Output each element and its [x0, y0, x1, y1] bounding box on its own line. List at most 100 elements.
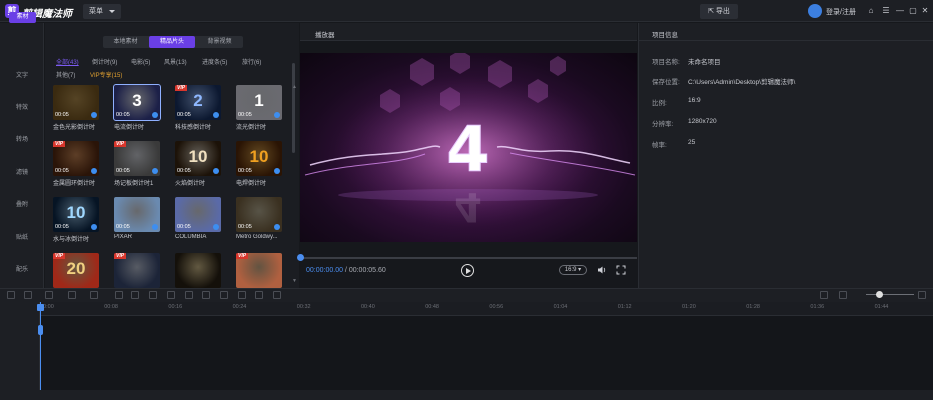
zoom-slider-handle[interactable] — [876, 291, 883, 298]
download-icon[interactable] — [213, 112, 219, 118]
scroll-up-icon[interactable]: ▲ — [292, 84, 297, 90]
download-icon[interactable] — [152, 224, 158, 230]
download-icon[interactable] — [274, 168, 280, 174]
maximize-icon[interactable]: ▢ — [908, 6, 918, 16]
category-scenery[interactable]: 风景(13) — [164, 57, 187, 66]
avatar[interactable] — [808, 4, 822, 18]
download-icon[interactable] — [152, 112, 158, 118]
category-countdown[interactable]: 倒计时(9) — [92, 57, 117, 66]
tag-icon[interactable] — [273, 291, 281, 299]
tab-local[interactable]: 本地素材 — [103, 36, 148, 48]
rotate-icon[interactable] — [185, 291, 193, 299]
download-icon[interactable] — [213, 168, 219, 174]
chevron-down-icon — [109, 10, 115, 13]
material-card[interactable]: 2 VIP 00:05 — [175, 85, 221, 120]
speed-icon[interactable] — [131, 291, 139, 299]
fullscreen-icon[interactable] — [616, 265, 626, 275]
login-link[interactable]: 登录/注册 — [826, 7, 856, 17]
download-icon[interactable] — [274, 112, 280, 118]
nav-item-materials[interactable]: 素材 — [9, 12, 36, 23]
split-icon[interactable] — [90, 291, 98, 299]
timeline-tick: 01:20 — [682, 304, 696, 310]
zoom-in-icon[interactable] — [918, 291, 926, 299]
playhead-handle[interactable] — [37, 304, 44, 311]
text-icon[interactable] — [220, 291, 228, 299]
minimize-icon[interactable]: — — [895, 6, 905, 16]
nav-item-overlay[interactable]: 叠附 — [0, 199, 44, 208]
material-card[interactable]: 20 VIP — [53, 253, 99, 288]
card-duration: 00:05 — [116, 168, 130, 174]
menu-button[interactable]: 菜单 — [83, 4, 121, 19]
tab-intros[interactable]: 精品片头 — [149, 36, 195, 48]
timeline-track[interactable] — [40, 316, 933, 390]
material-card[interactable]: VIP — [114, 253, 160, 288]
material-card[interactable]: VIP — [236, 253, 282, 288]
download-icon[interactable] — [152, 168, 158, 174]
player-progress-handle[interactable] — [297, 254, 304, 261]
card-duration: 00:05 — [238, 224, 252, 230]
scroll-down-icon[interactable]: ▼ — [292, 278, 297, 284]
category-other[interactable]: 其他(7) — [56, 70, 75, 79]
card-digit: 2 — [193, 91, 203, 110]
nav-item-stickers[interactable]: 贴纸 — [0, 232, 44, 241]
material-card[interactable]: 00:05 — [175, 197, 221, 232]
nav-item-filters[interactable]: 滤镜 — [0, 167, 44, 176]
redo-icon[interactable] — [24, 291, 32, 299]
nav-item-text[interactable]: 文字 — [0, 70, 44, 79]
undo-icon[interactable] — [7, 291, 15, 299]
download-icon[interactable] — [91, 224, 97, 230]
material-card[interactable]: VIP 00:05 — [114, 141, 160, 176]
material-card[interactable] — [175, 253, 221, 288]
volume-icon[interactable] — [597, 265, 607, 275]
tab-backgrounds[interactable]: 背景视频 — [196, 36, 243, 48]
nav-item-effects[interactable]: 特效 — [0, 102, 44, 111]
mosaic-icon[interactable] — [238, 291, 246, 299]
material-card[interactable]: 00:05 — [53, 85, 99, 120]
material-card[interactable]: 10 00:05 — [53, 197, 99, 232]
home-icon[interactable]: ⌂ — [866, 6, 876, 16]
material-card[interactable]: VIP 00:05 — [53, 141, 99, 176]
material-card[interactable]: 10 00:05 — [175, 141, 221, 176]
nav-item-transitions[interactable]: 转场 — [0, 134, 44, 143]
category-vip[interactable]: VIP专享(15) — [90, 70, 122, 79]
category-progress[interactable]: 进度条(5) — [202, 57, 227, 66]
microphone-icon[interactable] — [202, 291, 210, 299]
zoom-out-icon[interactable] — [839, 291, 847, 299]
category-all[interactable]: 全部(43) — [56, 57, 79, 66]
pip-icon[interactable] — [255, 291, 263, 299]
project-info-header — [638, 23, 933, 41]
track-start-marker[interactable] — [38, 325, 43, 335]
material-card[interactable]: 10 00:05 — [236, 141, 282, 176]
material-card[interactable]: 00:05 — [114, 197, 160, 232]
nav-item-music[interactable]: 配乐 — [0, 264, 44, 273]
card-label: 流光倒计时 — [236, 125, 267, 131]
delete-icon[interactable] — [45, 291, 53, 299]
video-preview[interactable]: 4 4 — [300, 53, 637, 242]
fit-icon[interactable] — [820, 291, 828, 299]
ratio-select[interactable]: 16:9 ▾ — [559, 265, 587, 275]
category-movie[interactable]: 电影(5) — [131, 57, 150, 66]
download-icon[interactable] — [213, 224, 219, 230]
download-icon[interactable] — [274, 224, 280, 230]
playhead[interactable] — [40, 302, 41, 400]
material-card[interactable]: 00:05 — [236, 197, 282, 232]
reverse-icon[interactable] — [149, 291, 157, 299]
download-icon[interactable] — [91, 168, 97, 174]
category-travel[interactable]: 旅行(6) — [242, 57, 261, 66]
card-label: PIXAR — [114, 234, 133, 240]
material-card[interactable]: 3 00:05 — [113, 84, 161, 121]
materials-scrollbar[interactable] — [292, 63, 295, 153]
crop-icon[interactable] — [115, 291, 123, 299]
export-button[interactable]: ⇱ 导出 — [700, 4, 738, 19]
close-icon[interactable]: ✕ — [920, 6, 930, 16]
freeze-icon[interactable] — [167, 291, 175, 299]
player-progress-bar[interactable] — [300, 257, 637, 259]
menu-icon[interactable]: ☰ — [881, 6, 891, 16]
zoom-slider[interactable] — [866, 294, 914, 295]
resolution-key: 分辨率: — [652, 121, 674, 128]
edit-icon[interactable] — [68, 291, 76, 299]
play-button[interactable] — [461, 264, 474, 277]
material-card[interactable]: 1 00:05 — [236, 85, 282, 120]
download-icon[interactable] — [91, 112, 97, 118]
timeline-tick: 00:24 — [232, 304, 247, 310]
